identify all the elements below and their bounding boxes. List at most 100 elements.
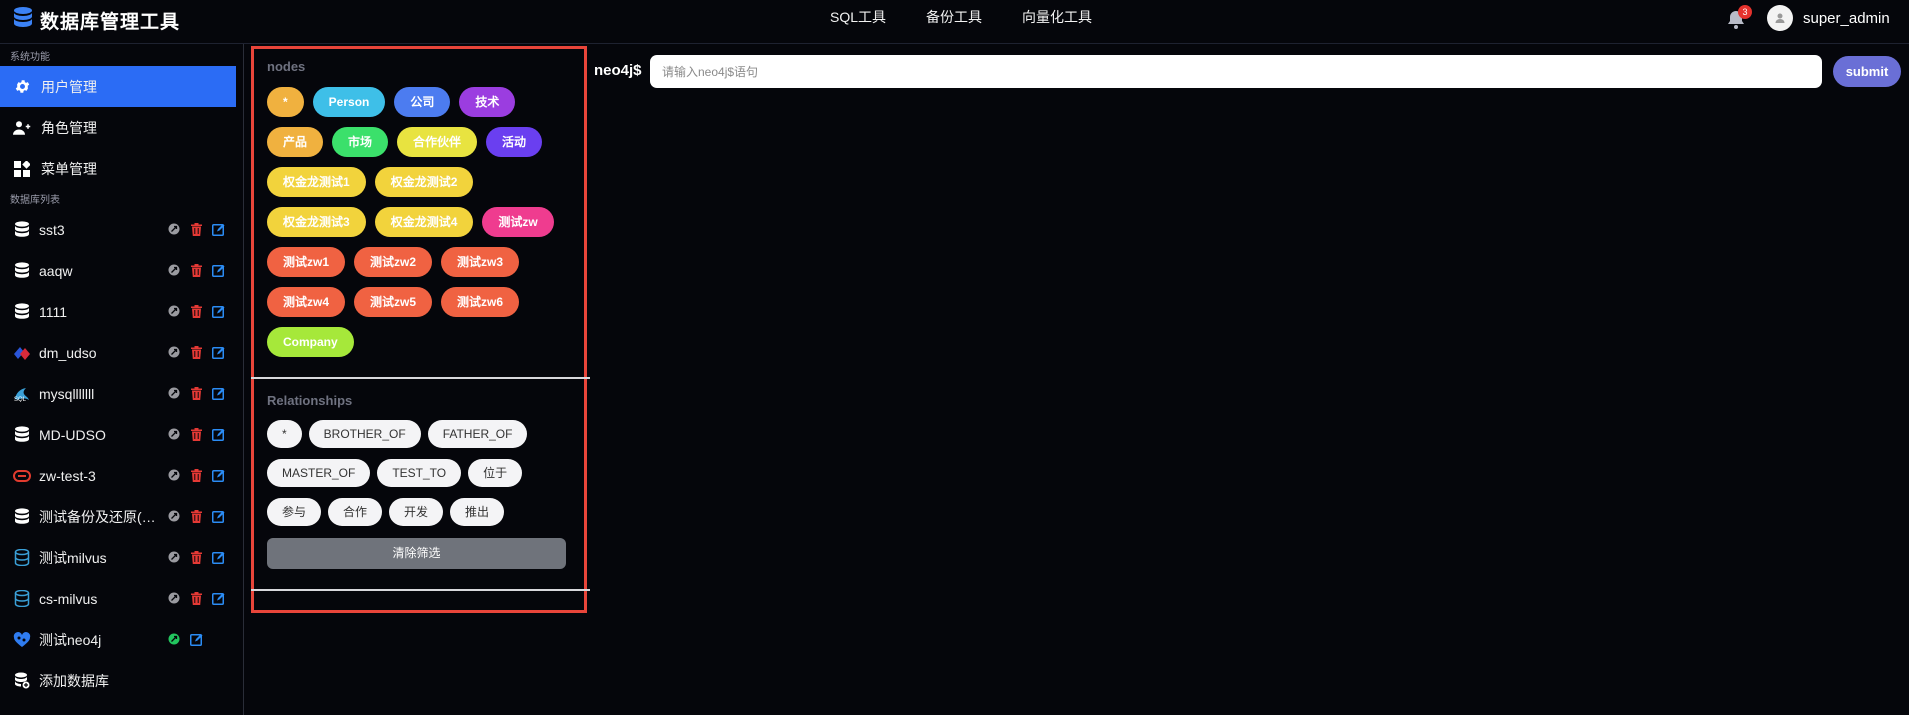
relationship-type-chip[interactable]: 推出: [450, 498, 505, 526]
relationship-type-chips: * BROTHER_OF FATHER_OF MASTER_OF TEST_TO 位于参与…: [267, 420, 567, 526]
sidebar-item-role-management[interactable]: 角色管理: [0, 107, 243, 148]
notification-button[interactable]: 3: [1727, 5, 1752, 30]
connect-status-icon[interactable]: [166, 549, 182, 565]
section-divider: [251, 589, 590, 591]
trash-icon[interactable]: [188, 262, 204, 278]
user-menu[interactable]: super_admin: [1767, 5, 1890, 31]
connect-status-icon[interactable]: [166, 590, 182, 606]
sidebar-item-user-management[interactable]: 用户管理: [0, 66, 236, 107]
relationship-type-chip[interactable]: *: [267, 420, 302, 448]
sidebar-item-database[interactable]: aaqw: [0, 250, 243, 291]
oracle-icon: [13, 467, 31, 485]
edit-icon[interactable]: [210, 344, 226, 360]
database-name: MD-UDSO: [39, 426, 106, 443]
relationship-type-chip[interactable]: 合作: [328, 498, 383, 526]
database-icon: [13, 508, 31, 526]
connect-status-icon[interactable]: [166, 385, 182, 401]
sidebar-item-database[interactable]: 测试备份及还原(…: [0, 496, 243, 537]
node-label-chip[interactable]: 权金龙测试1: [267, 167, 366, 197]
edit-icon[interactable]: [210, 467, 226, 483]
nav-backup-tool[interactable]: 备份工具: [906, 8, 1002, 26]
add-database-button[interactable]: 添加数据库: [0, 660, 243, 701]
edit-icon[interactable]: [210, 549, 226, 565]
trash-icon[interactable]: [188, 467, 204, 483]
sidebar-item-database[interactable]: MD-UDSO: [0, 414, 243, 455]
connect-status-icon[interactable]: [166, 467, 182, 483]
cypher-query-input[interactable]: [650, 55, 1822, 88]
sidebar-item-menu-management[interactable]: 菜单管理: [0, 148, 243, 189]
sidebar-item-database[interactable]: zw-test-3: [0, 455, 243, 496]
submit-button[interactable]: submit: [1833, 56, 1901, 87]
sidebar-item-database[interactable]: dm_udso: [0, 332, 243, 373]
trash-icon[interactable]: [188, 303, 204, 319]
top-navigation: SQL工具 备份工具 向量化工具: [810, 8, 1112, 26]
database-actions: [166, 631, 204, 647]
node-label-chip[interactable]: 测试zw6: [441, 287, 520, 317]
node-label-chip[interactable]: Person: [312, 87, 386, 117]
edit-icon[interactable]: [210, 426, 226, 442]
relationship-type-chip[interactable]: TEST_TO: [377, 459, 462, 487]
relationship-type-chip[interactable]: 参与: [267, 498, 322, 526]
node-label-chip[interactable]: 合作伙伴: [397, 127, 478, 157]
connect-status-icon[interactable]: [166, 262, 182, 278]
node-label-chip[interactable]: 测试zw4: [267, 287, 346, 317]
nav-vector-tool[interactable]: 向量化工具: [1002, 8, 1112, 26]
node-label-chip[interactable]: 测试zw3: [441, 247, 520, 277]
node-label-chip[interactable]: 公司: [394, 87, 451, 117]
edit-icon[interactable]: [210, 508, 226, 524]
relationship-type-chip[interactable]: 位于: [468, 459, 523, 487]
mysql-icon: SQL: [13, 385, 31, 403]
node-label-chip[interactable]: 权金龙测试3: [267, 207, 366, 237]
trash-icon[interactable]: [188, 549, 204, 565]
node-label-chip[interactable]: 技术: [459, 87, 516, 117]
sidebar-item-database[interactable]: 测试milvus: [0, 537, 243, 578]
trash-icon[interactable]: [188, 344, 204, 360]
edit-icon[interactable]: [210, 221, 226, 237]
node-label-chip[interactable]: 测试zw1: [267, 247, 346, 277]
relationship-type-chip[interactable]: BROTHER_OF: [308, 420, 421, 448]
connect-status-icon[interactable]: [166, 426, 182, 442]
relationship-type-chip[interactable]: FATHER_OF: [427, 420, 528, 448]
brand[interactable]: 数据库管理工具: [12, 6, 180, 35]
edit-icon[interactable]: [210, 385, 226, 401]
system-section-label: 系统功能: [10, 52, 50, 63]
clear-filter-button[interactable]: 清除筛选: [267, 538, 566, 569]
trash-icon[interactable]: [188, 426, 204, 442]
node-label-chip[interactable]: 市场: [332, 127, 389, 157]
connect-status-icon[interactable]: [166, 221, 182, 237]
database-name: 1111: [39, 303, 68, 320]
connect-status-icon[interactable]: [166, 508, 182, 524]
sidebar-item-database[interactable]: SQL mysqlllllll: [0, 373, 243, 414]
node-label-chip[interactable]: 活动: [486, 127, 543, 157]
svg-text:SQL: SQL: [14, 397, 27, 402]
trash-icon[interactable]: [188, 590, 204, 606]
edit-icon[interactable]: [210, 262, 226, 278]
sidebar-item-database[interactable]: 测试neo4j: [0, 619, 243, 660]
node-label-chip[interactable]: 测试zw: [482, 207, 554, 237]
node-label-chip[interactable]: Company: [267, 327, 354, 357]
sidebar-item-database[interactable]: sst3: [0, 209, 243, 250]
trash-icon[interactable]: [188, 221, 204, 237]
node-label-chip[interactable]: 测试zw5: [354, 287, 433, 317]
connect-status-icon[interactable]: [166, 344, 182, 360]
nav-sql-tool[interactable]: SQL工具: [810, 8, 906, 26]
database-actions: [166, 344, 226, 360]
edit-icon[interactable]: [188, 631, 204, 647]
sidebar-item-database[interactable]: cs-milvus: [0, 578, 243, 619]
edit-icon[interactable]: [210, 590, 226, 606]
database-actions: [166, 467, 226, 483]
node-label-chip[interactable]: 权金龙测试4: [374, 207, 474, 237]
trash-icon[interactable]: [188, 385, 204, 401]
trash-icon[interactable]: [188, 508, 204, 524]
node-label-chip[interactable]: 权金龙测试2: [374, 167, 474, 197]
node-label-chip[interactable]: 测试zw2: [354, 247, 433, 277]
relationship-type-chip[interactable]: MASTER_OF: [267, 459, 371, 487]
node-label-chip[interactable]: *: [267, 87, 304, 117]
relationship-type-chip[interactable]: 开发: [389, 498, 444, 526]
connect-status-icon[interactable]: [166, 303, 182, 319]
database-name: mysqlllllll: [39, 385, 95, 402]
connect-status-icon[interactable]: [166, 631, 182, 647]
node-label-chip[interactable]: 产品: [267, 127, 324, 157]
sidebar-item-database[interactable]: 1111: [0, 291, 243, 332]
edit-icon[interactable]: [210, 303, 226, 319]
